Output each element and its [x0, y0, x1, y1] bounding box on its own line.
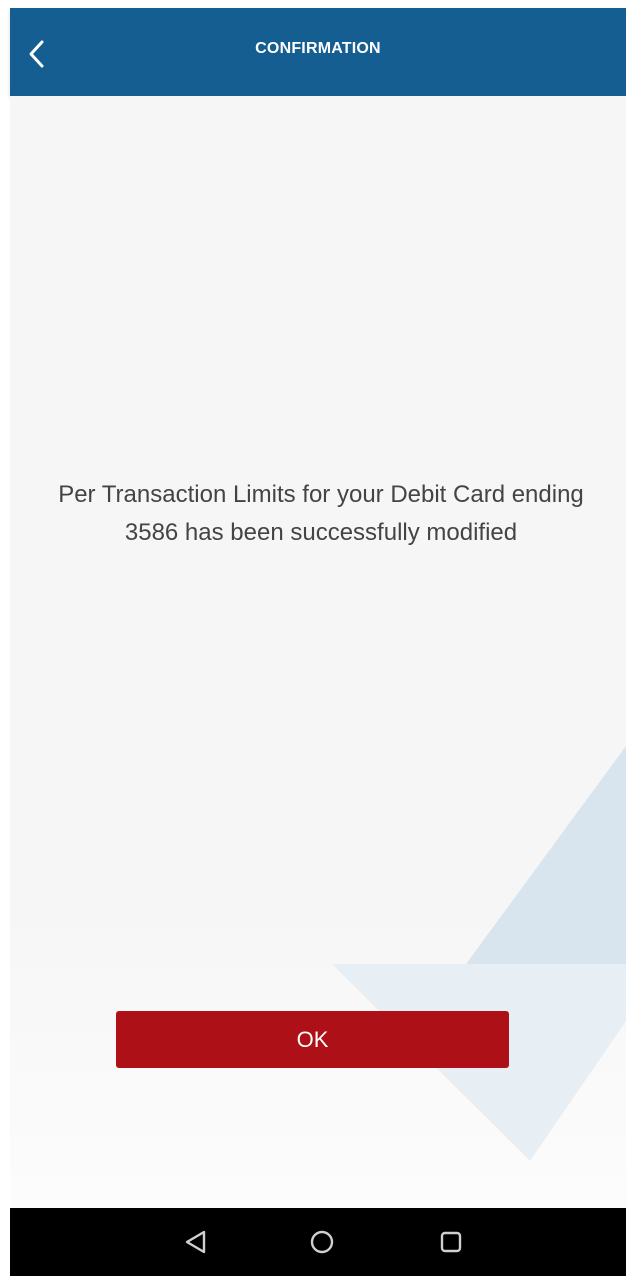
circle-home-icon — [310, 1230, 334, 1254]
system-navigation-bar — [10, 1208, 626, 1276]
status-bar-strip — [0, 0, 626, 8]
nav-back-button[interactable] — [180, 1226, 212, 1258]
message-line-1: Per Transaction Limits for your Debit Ca… — [58, 481, 584, 508]
nav-home-button[interactable] — [306, 1226, 338, 1258]
ok-button[interactable]: OK — [116, 1011, 509, 1068]
square-recents-icon — [440, 1231, 462, 1253]
page-title: CONFIRMATION — [255, 40, 381, 57]
confirmation-message: Per Transaction Limits for your Debit Ca… — [30, 476, 612, 552]
app-header: CONFIRMATION — [10, 8, 626, 96]
nav-recents-button[interactable] — [435, 1226, 467, 1258]
message-line-2: 3586 has been successfully modified — [124, 519, 518, 546]
triangle-back-icon — [185, 1230, 206, 1254]
